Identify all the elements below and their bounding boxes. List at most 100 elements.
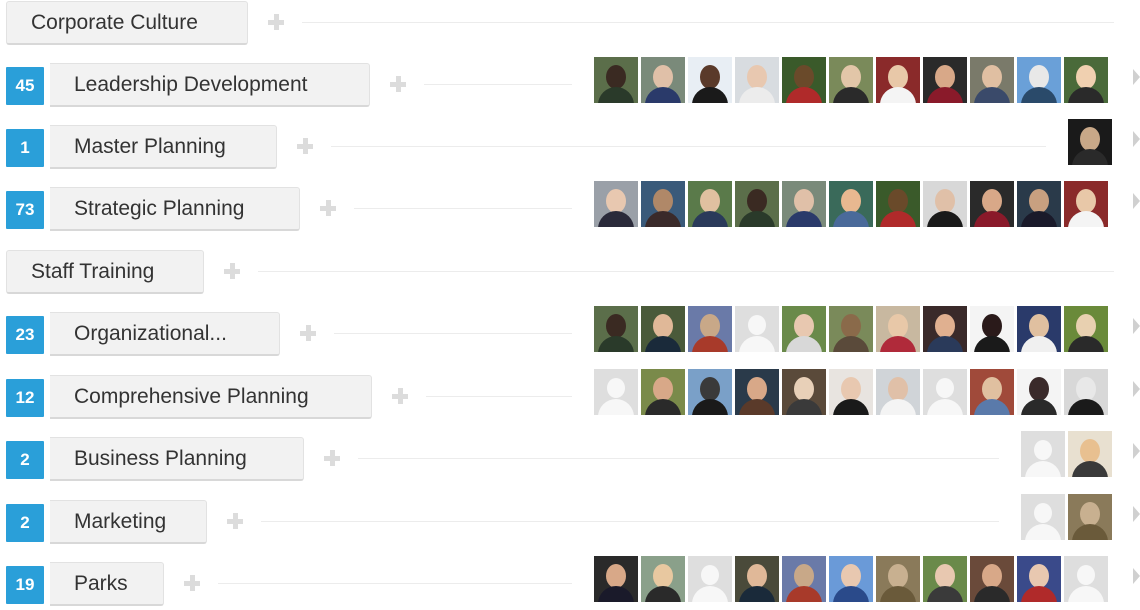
endorser-avatar[interactable]: [1064, 57, 1108, 103]
skill-name[interactable]: Leadership Development: [50, 63, 370, 107]
endorsement-count[interactable]: 2: [6, 441, 44, 479]
endorser-avatar[interactable]: [782, 57, 826, 103]
skill-name[interactable]: Comprehensive Planning: [50, 375, 372, 419]
skill-name[interactable]: Master Planning: [50, 125, 277, 169]
endorser-avatar[interactable]: [1064, 369, 1108, 415]
endorsement-count[interactable]: 23: [6, 316, 44, 354]
endorsement-count[interactable]: 19: [6, 566, 44, 604]
endorser-avatar[interactable]: [688, 306, 732, 352]
endorser-avatar[interactable]: [688, 57, 732, 103]
endorser-avatar[interactable]: [688, 181, 732, 227]
skill-name[interactable]: Strategic Planning: [50, 187, 300, 231]
endorser-avatar[interactable]: [641, 181, 685, 227]
endorsement-count[interactable]: 73: [6, 191, 44, 229]
endorser-avatar[interactable]: [594, 57, 638, 103]
endorser-avatar[interactable]: [641, 556, 685, 602]
endorse-plus-icon[interactable]: [225, 511, 245, 531]
endorse-plus-icon[interactable]: [390, 386, 410, 406]
see-more-arrow-icon[interactable]: [1133, 568, 1140, 584]
skill-name[interactable]: Parks: [50, 562, 164, 606]
endorser-avatar[interactable]: [735, 306, 779, 352]
endorse-plus-icon[interactable]: [182, 573, 202, 593]
see-more-arrow-icon[interactable]: [1133, 318, 1140, 334]
divider-line: [334, 333, 572, 334]
endorser-avatar[interactable]: [594, 369, 638, 415]
endorser-avatar[interactable]: [1064, 181, 1108, 227]
see-more-arrow-icon[interactable]: [1133, 193, 1140, 209]
endorser-avatar[interactable]: [1017, 369, 1061, 415]
endorser-avatar[interactable]: [782, 306, 826, 352]
endorser-avatar[interactable]: [688, 369, 732, 415]
endorser-avatar[interactable]: [641, 57, 685, 103]
endorser-avatar[interactable]: [829, 306, 873, 352]
endorser-avatar[interactable]: [641, 369, 685, 415]
skill-name[interactable]: Staff Training: [6, 250, 204, 294]
endorser-avatar[interactable]: [1017, 306, 1061, 352]
endorser-avatar[interactable]: [829, 369, 873, 415]
endorser-avatar[interactable]: [1068, 431, 1112, 477]
endorser-avatar[interactable]: [829, 57, 873, 103]
endorser-avatar[interactable]: [1017, 556, 1061, 602]
see-more-arrow-icon[interactable]: [1133, 381, 1140, 397]
endorser-avatar[interactable]: [735, 57, 779, 103]
endorser-avatar[interactable]: [829, 181, 873, 227]
see-more-arrow-icon[interactable]: [1133, 506, 1140, 522]
endorser-avatar[interactable]: [876, 181, 920, 227]
endorser-avatar[interactable]: [1068, 119, 1112, 165]
skill-name[interactable]: Business Planning: [50, 437, 304, 481]
skill-name[interactable]: Corporate Culture: [6, 1, 248, 45]
see-more-arrow-icon[interactable]: [1133, 69, 1140, 85]
endorse-plus-icon[interactable]: [318, 198, 338, 218]
endorsement-count[interactable]: 45: [6, 67, 44, 105]
endorser-avatar[interactable]: [1021, 494, 1065, 540]
endorser-avatar[interactable]: [735, 369, 779, 415]
endorsement-count[interactable]: 2: [6, 504, 44, 542]
endorsement-count[interactable]: 1: [6, 129, 44, 167]
see-more-arrow-icon[interactable]: [1133, 443, 1140, 459]
endorser-avatars: [594, 556, 1111, 602]
endorser-avatar[interactable]: [923, 57, 967, 103]
endorser-avatar[interactable]: [735, 556, 779, 602]
skill-name[interactable]: Organizational...: [50, 312, 280, 356]
endorser-avatar[interactable]: [923, 556, 967, 602]
endorser-avatar[interactable]: [876, 306, 920, 352]
endorser-avatar[interactable]: [923, 181, 967, 227]
endorser-avatar[interactable]: [1068, 494, 1112, 540]
endorser-avatar[interactable]: [829, 556, 873, 602]
endorse-plus-icon[interactable]: [266, 12, 286, 32]
endorse-plus-icon[interactable]: [222, 261, 242, 281]
endorser-avatar[interactable]: [923, 369, 967, 415]
endorser-avatar[interactable]: [1064, 556, 1108, 602]
see-more-arrow-icon[interactable]: [1133, 131, 1140, 147]
endorser-avatar[interactable]: [1021, 431, 1065, 477]
endorser-avatar[interactable]: [594, 306, 638, 352]
endorser-avatar[interactable]: [876, 556, 920, 602]
endorser-avatar[interactable]: [923, 306, 967, 352]
endorser-avatars: [1021, 431, 1115, 477]
endorser-avatar[interactable]: [1017, 181, 1061, 227]
endorser-avatar[interactable]: [782, 556, 826, 602]
endorser-avatar[interactable]: [641, 306, 685, 352]
endorser-avatar[interactable]: [970, 369, 1014, 415]
endorser-avatar[interactable]: [876, 57, 920, 103]
endorser-avatar[interactable]: [970, 57, 1014, 103]
endorser-avatar[interactable]: [876, 369, 920, 415]
endorser-avatar[interactable]: [594, 181, 638, 227]
endorser-avatar[interactable]: [1017, 57, 1061, 103]
endorser-avatar[interactable]: [782, 369, 826, 415]
endorse-plus-icon[interactable]: [322, 448, 342, 468]
endorser-avatar[interactable]: [735, 181, 779, 227]
endorse-plus-icon[interactable]: [388, 74, 408, 94]
endorse-plus-icon[interactable]: [295, 136, 315, 156]
endorser-avatar[interactable]: [594, 556, 638, 602]
endorse-plus-icon[interactable]: [298, 323, 318, 343]
endorser-avatars: [1021, 494, 1115, 540]
endorser-avatar[interactable]: [970, 556, 1014, 602]
endorser-avatar[interactable]: [782, 181, 826, 227]
endorsement-count[interactable]: 12: [6, 379, 44, 417]
endorser-avatar[interactable]: [970, 306, 1014, 352]
endorser-avatar[interactable]: [688, 556, 732, 602]
endorser-avatar[interactable]: [970, 181, 1014, 227]
skill-name[interactable]: Marketing: [50, 500, 207, 544]
endorser-avatar[interactable]: [1064, 306, 1108, 352]
